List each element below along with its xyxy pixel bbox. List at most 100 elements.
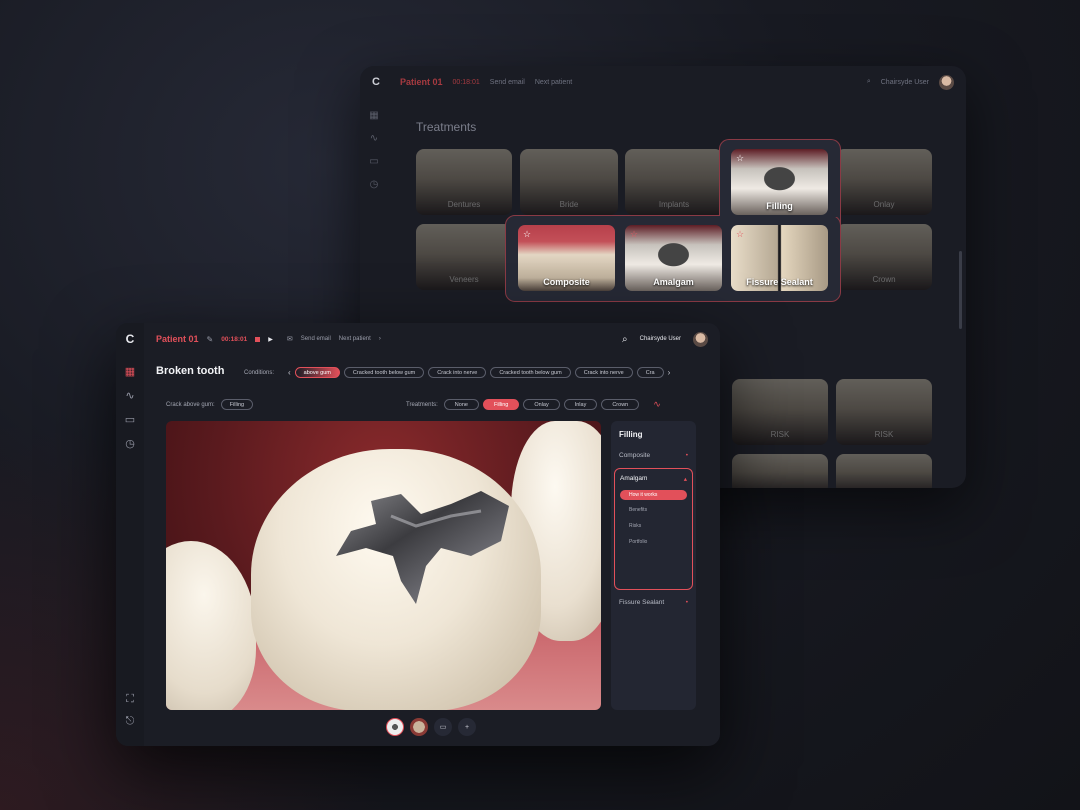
popover-filling-tile[interactable]: ☆ Filling — [731, 149, 828, 215]
condition-chip[interactable]: above gum — [294, 367, 340, 378]
treatment-panel: Filling Composite • Amalgam ▴ How it works… — [611, 421, 696, 710]
back-timer: 00:18:01 — [452, 78, 480, 86]
back-stethoscope-icon[interactable]: ∿ — [370, 133, 378, 144]
grid-icon[interactable]: ▦ — [123, 364, 137, 378]
tile-risk-1[interactable]: RISK — [732, 379, 828, 445]
stop-icon[interactable] — [255, 336, 261, 342]
front-logo[interactable]: C — [126, 332, 135, 346]
stethoscope-icon[interactable]: ∿ — [123, 388, 137, 402]
thumbnail-amalgam[interactable] — [386, 718, 404, 736]
popover-filling-label: Filling — [766, 201, 793, 211]
page-title: Broken tooth — [156, 365, 225, 377]
thumbnail-photo[interactable] — [410, 718, 428, 736]
back-send-email[interactable]: Send email — [490, 79, 525, 86]
thumbnail-bar: ▭ + — [386, 718, 476, 736]
sub-item-benefits[interactable]: Benefits — [629, 507, 647, 513]
folder-icon[interactable]: ▭ — [123, 412, 137, 426]
tile-crown[interactable]: Crown — [836, 224, 932, 290]
front-topbar: Patient 01 ✎ 00:18:01 ▶ ✉ Send email Nex… — [144, 323, 720, 355]
sub-item-how-it-works[interactable]: How it works — [620, 490, 687, 500]
condition-chip[interactable]: Cra — [636, 367, 664, 378]
front-window: C ▦ ∿ ▭ ◷ ⛶ ⎋ Patient 01 ✎ 00:18:01 ▶ ✉ … — [116, 323, 720, 746]
popover-amalgam-tile[interactable]: ☆ Amalgam — [625, 225, 722, 291]
dot-icon: • — [685, 599, 688, 606]
panel-item-composite[interactable]: Composite • — [619, 452, 688, 459]
tooth-left — [166, 541, 256, 710]
back-scrollbar[interactable] — [959, 251, 962, 329]
sub-item-portfolio[interactable]: Portfolio — [629, 539, 647, 545]
panel-item-fissure-sealant[interactable]: Fissure Sealant • — [619, 599, 688, 606]
back-history-icon[interactable]: ◷ — [370, 179, 379, 190]
treatment-chip-onlay[interactable]: Onlay — [523, 399, 560, 410]
back-grid-icon[interactable]: ▦ — [369, 110, 378, 121]
stethoscope-icon[interactable]: ∿ — [653, 399, 661, 410]
treatment-popover: ☆ Filling ☆ Composite ☆ Amalgam ☆ Fissur… — [505, 139, 841, 302]
treatment-chip-none[interactable]: None — [443, 399, 479, 410]
session-timer: 00:18:01 — [221, 335, 248, 343]
star-icon[interactable]: ☆ — [736, 229, 744, 240]
tile-more-2[interactable] — [836, 454, 932, 488]
condition-chip[interactable]: Crack into nerve — [574, 367, 633, 378]
tile-veneers[interactable]: Veneers — [416, 224, 512, 290]
treatment-chip-inlay[interactable]: Inlay — [563, 399, 598, 410]
fullscreen-icon[interactable]: ⛶ — [123, 692, 137, 706]
treatment-chip-filling[interactable]: Filling — [482, 399, 520, 410]
search-icon[interactable]: ⌕ — [622, 334, 628, 345]
tile-onlay[interactable]: Onlay — [836, 149, 932, 215]
panel-title: Filling — [619, 430, 643, 439]
patient-name[interactable]: Patient 01 — [156, 334, 199, 344]
add-icon[interactable]: + — [458, 718, 476, 736]
next-patient-link[interactable]: Next patient — [339, 336, 371, 342]
popover-amalgam-label: Amalgam — [653, 277, 694, 287]
back-user-name: Chairsyde User — [880, 78, 929, 86]
chevron-up-icon: ▴ — [683, 476, 687, 483]
back-folder-icon[interactable]: ▭ — [369, 156, 378, 167]
treatment-chip-crown[interactable]: Crown — [601, 399, 640, 410]
avatar[interactable] — [693, 331, 708, 347]
tile-dentures[interactable]: Dentures — [416, 149, 512, 215]
back-avatar[interactable] — [939, 74, 954, 90]
tile-more-1[interactable] — [732, 454, 828, 488]
user-name: Chairsyde User — [639, 336, 681, 342]
panel-item-amalgam[interactable]: Amalgam ▴ — [620, 475, 687, 483]
email-icon[interactable]: ✉ — [287, 335, 293, 343]
crack-label: Crack above gum: — [166, 401, 215, 408]
condition-chip[interactable]: Cracked tooth below gum — [490, 367, 571, 378]
crack-row: Crack above gum: Filling — [166, 399, 254, 410]
panel-item-amalgam-expanded: Amalgam ▴ How it works Benefits Risks Por… — [614, 468, 693, 590]
back-patient-name[interactable]: Patient 01 — [400, 77, 443, 87]
chevron-right-icon[interactable]: › — [379, 336, 381, 342]
back-topbar: C Patient 01 00:18:01 Send email Next pa… — [360, 66, 966, 98]
sub-item-risks[interactable]: Risks — [629, 523, 641, 529]
popover-fissure-label: Fissure Sealant — [746, 277, 813, 287]
conditions-chips: ‹ above gum Cracked tooth below gum Crac… — [288, 367, 670, 378]
back-search-icon[interactable]: ⌕ — [867, 78, 871, 86]
play-icon[interactable]: ▶ — [268, 336, 273, 343]
star-icon[interactable]: ☆ — [736, 153, 744, 164]
amalgam-filling — [336, 491, 509, 604]
treatments-label: Treatments: — [406, 401, 438, 408]
popover-composite-tile[interactable]: ☆ Composite — [518, 225, 615, 291]
history-icon[interactable]: ◷ — [123, 436, 137, 450]
dot-icon: • — [685, 452, 688, 459]
chevron-right-icon[interactable]: › — [668, 368, 671, 377]
logout-icon[interactable]: ⎋ — [123, 714, 137, 728]
star-icon[interactable]: ☆ — [630, 229, 638, 240]
send-email-link[interactable]: Send email — [301, 336, 331, 342]
popover-fissure-tile[interactable]: ☆ Fissure Sealant — [731, 225, 828, 291]
star-icon[interactable]: ☆ — [523, 229, 531, 240]
tile-risk-2[interactable]: RISK — [836, 379, 932, 445]
conditions-label: Conditions: — [244, 370, 275, 376]
condition-chip[interactable]: Cracked tooth below gum — [343, 367, 425, 378]
condition-chip[interactable]: Crack into nerve — [428, 367, 487, 378]
crack-value-chip[interactable]: Filling — [220, 399, 254, 410]
popover-composite-label: Composite — [543, 277, 590, 287]
edit-icon[interactable]: ✎ — [207, 335, 214, 344]
tooth-3d-viewer[interactable] — [166, 421, 601, 710]
back-section-title: Treatments — [416, 120, 477, 134]
chevron-left-icon[interactable]: ‹ — [288, 368, 291, 377]
back-logo: C — [372, 76, 380, 88]
treatments-row: Treatments: None Filling Onlay Inlay Cro… — [406, 399, 661, 410]
folder-icon[interactable]: ▭ — [434, 718, 452, 736]
back-next-patient[interactable]: Next patient — [535, 79, 572, 86]
